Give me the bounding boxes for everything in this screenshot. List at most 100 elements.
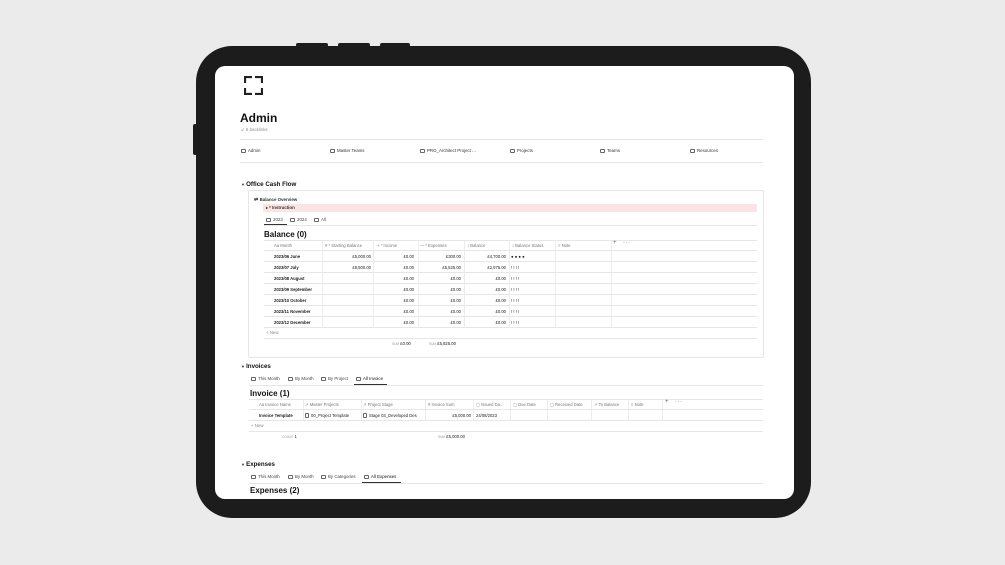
new-balance-row-button[interactable]: + New bbox=[266, 330, 279, 335]
col-to-balance[interactable]: ↗ To Balance bbox=[594, 402, 619, 407]
col-note[interactable]: ≡ Note bbox=[558, 243, 570, 248]
nav-admin[interactable]: Admin bbox=[241, 148, 260, 153]
balance-overview[interactable]: ⇄ Balance Overview bbox=[254, 197, 297, 203]
tab-label: 2024 bbox=[297, 217, 307, 222]
sum-value: £0.00 bbox=[400, 341, 411, 346]
invoice-sum: £5,000.00 bbox=[452, 413, 471, 418]
col-label: Project Stage bbox=[367, 402, 393, 407]
more-icon[interactable]: ··· bbox=[675, 399, 683, 405]
tab-label: This Month bbox=[258, 474, 280, 479]
col-note[interactable]: ≡ Note bbox=[631, 402, 643, 407]
balance-cell: £0.00 bbox=[495, 298, 506, 303]
master-project-link[interactable]: 00_Project Template bbox=[305, 413, 350, 419]
col-invoice-name[interactable]: Aa Invoice Name bbox=[259, 402, 291, 407]
tab-by-month[interactable]: By Month bbox=[288, 474, 314, 479]
nav-teams[interactable]: Teams bbox=[600, 148, 620, 153]
balance-cell: £0.00 bbox=[495, 309, 506, 314]
tab-by-project[interactable]: By Project bbox=[321, 376, 348, 381]
col-starting-balance[interactable]: # * Starting Balance bbox=[325, 243, 362, 248]
nav-master-teams[interactable]: Master Teams bbox=[330, 148, 365, 153]
tab-2023[interactable]: 2023 bbox=[266, 217, 283, 222]
tab-all-expenses[interactable]: All Expenses bbox=[364, 474, 396, 479]
backlinks-label: 5 backlinks bbox=[245, 127, 268, 132]
backlinks[interactable]: ↙ 5 backlinks bbox=[241, 127, 268, 133]
instruction-toggle[interactable]: ▸ * Instruction bbox=[266, 205, 295, 210]
office-cash-flow-toggle[interactable]: ▼ Office Cash Flow bbox=[241, 181, 296, 188]
col-label: Balance bbox=[470, 243, 486, 248]
balance-cell: £4,700.00 bbox=[487, 254, 506, 259]
month-cell: 2023/07 July bbox=[274, 265, 299, 270]
sum-value: £5,825.00 bbox=[437, 341, 456, 346]
invoice-count: COUNT 1 bbox=[282, 434, 297, 439]
col-label: Invoice Sum bbox=[431, 402, 455, 407]
project-stage-link[interactable]: Stage 03_Developed Des bbox=[363, 413, 417, 419]
col-month[interactable]: Aa Month bbox=[274, 243, 292, 248]
month-cell: 2023/09 September bbox=[274, 287, 312, 292]
nav-label: Resources bbox=[697, 148, 718, 153]
invoices-toggle[interactable]: ▼ Invoices bbox=[241, 363, 271, 370]
col-label: Month bbox=[280, 243, 292, 248]
col-due-date[interactable]: ▢ Due Date bbox=[513, 402, 536, 407]
col-balance-status[interactable]: ↕ Balance Status bbox=[512, 243, 543, 248]
tab-by-month[interactable]: By Month bbox=[288, 376, 314, 381]
nav-label: Projects bbox=[517, 148, 533, 153]
table-icon bbox=[290, 217, 295, 222]
table-icon bbox=[356, 376, 361, 381]
table-icon bbox=[321, 376, 326, 381]
section-heading: Office Cash Flow bbox=[246, 181, 297, 188]
tab-all[interactable]: All bbox=[314, 217, 326, 222]
col-received-date[interactable]: ▢ Received Date bbox=[550, 402, 583, 407]
col-label: Due Date bbox=[518, 402, 536, 407]
nav-label: Teams bbox=[607, 148, 620, 153]
add-column-icon[interactable]: + bbox=[613, 240, 617, 246]
nav-projects[interactable]: Projects bbox=[510, 148, 533, 153]
month-cell: 2023/08 August bbox=[274, 276, 305, 281]
teams-icon bbox=[600, 148, 605, 153]
col-label: Issued Da... bbox=[481, 402, 504, 407]
income-cell: £0.00 bbox=[403, 254, 414, 259]
section-heading: Expenses bbox=[246, 461, 275, 468]
income-cell: £0.00 bbox=[403, 276, 414, 281]
income-cell: £0.00 bbox=[403, 298, 414, 303]
col-invoice-sum[interactable]: # Invoice Sum bbox=[428, 402, 455, 407]
income-cell: £0.00 bbox=[403, 265, 414, 270]
tab-label: By Project bbox=[328, 376, 349, 381]
expenses-toggle[interactable]: ▼ Expenses bbox=[241, 461, 275, 468]
col-expenses[interactable]: — * Expenses bbox=[420, 243, 447, 248]
expenses-cell: £0.00 bbox=[450, 287, 461, 292]
col-label: * Starting Balance bbox=[328, 243, 363, 248]
income-cell: £0.00 bbox=[403, 287, 414, 292]
table-icon bbox=[251, 474, 256, 479]
tab-this-month[interactable]: This Month bbox=[251, 376, 280, 381]
tab-by-categories[interactable]: By Categories bbox=[321, 474, 356, 479]
nav-label: Admin bbox=[248, 148, 261, 153]
col-balance[interactable]: ↕ Balance bbox=[467, 243, 485, 248]
link-label: 00_Project Template bbox=[311, 413, 350, 418]
tab-label: All Expenses bbox=[371, 474, 397, 479]
expenses-cell: £300.00 bbox=[445, 254, 461, 259]
table-icon bbox=[266, 217, 271, 222]
col-issued-date[interactable]: ▢ Issued Da... bbox=[476, 402, 503, 407]
balance-status-cell: ! ! ! ! bbox=[511, 320, 520, 325]
tab-this-month[interactable]: This Month bbox=[251, 474, 280, 479]
col-income[interactable]: + * Income bbox=[377, 243, 397, 248]
new-label: New bbox=[269, 330, 279, 335]
nav-label: Master Teams bbox=[337, 148, 365, 153]
grid-icon bbox=[420, 148, 425, 153]
table-icon bbox=[314, 217, 319, 222]
more-icon[interactable]: ··· bbox=[623, 240, 631, 246]
col-master-projects[interactable]: ↗ Master Projects bbox=[305, 402, 339, 407]
add-column-icon[interactable]: + bbox=[665, 399, 669, 405]
invoice-sum-total: SUM £5,000.00 bbox=[438, 434, 465, 439]
tab-all-invoice[interactable]: All Invoice bbox=[356, 376, 383, 381]
nav-resources[interactable]: Resources bbox=[690, 148, 718, 153]
tab-2024[interactable]: 2024 bbox=[290, 217, 307, 222]
month-cell: 2023/10 October bbox=[274, 298, 307, 303]
balance-cell: £0.00 bbox=[495, 276, 506, 281]
nav-architect-project[interactable]: PRO_Architect Project ... bbox=[420, 148, 476, 153]
col-project-stage[interactable]: ↗ Project Stage bbox=[363, 402, 393, 407]
col-label: To Balance bbox=[598, 402, 620, 407]
invoice-name[interactable]: Invoice Template bbox=[259, 413, 293, 418]
new-invoice-row-button[interactable]: + New bbox=[251, 423, 264, 428]
sum-expenses: SUM £5,825.00 bbox=[429, 341, 456, 346]
